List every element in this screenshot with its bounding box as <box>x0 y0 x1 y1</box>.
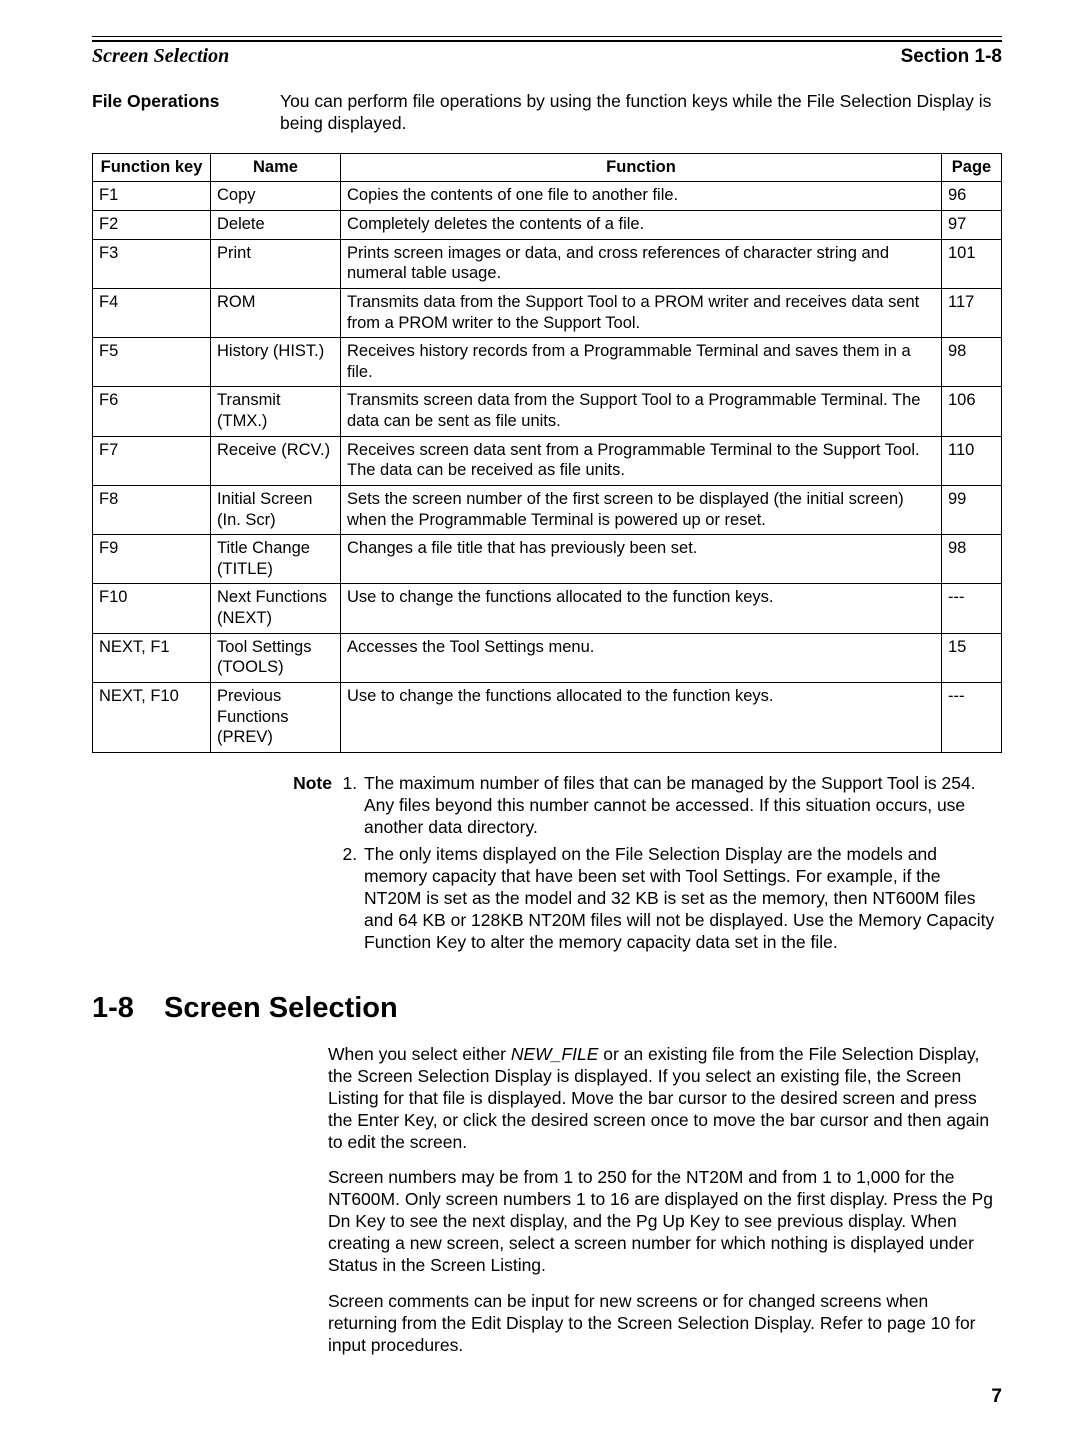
rule-top-thick <box>92 40 1002 42</box>
cell-name: Tool Settings (TOOLS) <box>211 633 341 682</box>
table-row: F4ROMTransmits data from the Support Too… <box>93 288 1002 337</box>
cell-func: Receives history records from a Programm… <box>341 338 942 387</box>
cell-func: Accesses the Tool Settings menu. <box>341 633 942 682</box>
running-head-right: Section 1-8 <box>901 45 1002 69</box>
cell-name: History (HIST.) <box>211 338 341 387</box>
section-p1-filename: NEW_FILE <box>511 1044 599 1064</box>
cell-func: Transmits data from the Support Tool to … <box>341 288 942 337</box>
note-item: The maximum number of files that can be … <box>362 773 1002 839</box>
cell-func: Use to change the functions allocated to… <box>341 682 942 752</box>
col-name: Name <box>211 153 341 182</box>
cell-name: Print <box>211 239 341 288</box>
section-number: 1-8 <box>92 990 164 1026</box>
cell-page: --- <box>942 584 1002 633</box>
section-p2: Screen numbers may be from 1 to 250 for … <box>328 1167 1002 1276</box>
cell-key: F8 <box>93 485 211 534</box>
running-head: Screen Selection Section 1-8 <box>92 44 1002 69</box>
page-number: 7 <box>991 1385 1002 1409</box>
cell-name: Previous Functions (PREV) <box>211 682 341 752</box>
cell-key: F4 <box>93 288 211 337</box>
running-head-left: Screen Selection <box>92 44 229 69</box>
table-row: F3PrintPrints screen images or data, and… <box>93 239 1002 288</box>
cell-func: Completely deletes the contents of a fil… <box>341 211 942 240</box>
section-heading: 1-8 Screen Selection <box>92 990 1002 1026</box>
cell-func: Sets the screen number of the first scre… <box>341 485 942 534</box>
cell-page: 98 <box>942 535 1002 584</box>
cell-name: ROM <box>211 288 341 337</box>
cell-page: 96 <box>942 182 1002 211</box>
cell-func: Use to change the functions allocated to… <box>341 584 942 633</box>
cell-name: Transmit (TMX.) <box>211 387 341 436</box>
table-row: F7Receive (RCV.)Receives screen data sen… <box>93 436 1002 485</box>
table-row: F10Next Functions (NEXT)Use to change th… <box>93 584 1002 633</box>
cell-page: 110 <box>942 436 1002 485</box>
cell-key: F2 <box>93 211 211 240</box>
cell-page: --- <box>942 682 1002 752</box>
cell-key: F10 <box>93 584 211 633</box>
cell-page: 98 <box>942 338 1002 387</box>
cell-name: Delete <box>211 211 341 240</box>
cell-page: 106 <box>942 387 1002 436</box>
table-row: NEXT, F10Previous Functions (PREV)Use to… <box>93 682 1002 752</box>
section-p1: When you select either NEW_FILE or an ex… <box>328 1044 1002 1153</box>
cell-name: Initial Screen (In. Scr) <box>211 485 341 534</box>
cell-page: 15 <box>942 633 1002 682</box>
cell-name: Copy <box>211 182 341 211</box>
cell-key: F3 <box>93 239 211 288</box>
function-key-table: Function key Name Function Page F1CopyCo… <box>92 153 1002 753</box>
col-func: Function <box>341 153 942 182</box>
page: Screen Selection Section 1-8 File Operat… <box>0 0 1080 1435</box>
note-list: The maximum number of files that can be … <box>336 773 1002 960</box>
note-block: Note The maximum number of files that ca… <box>280 773 1002 960</box>
section-body: When you select either NEW_FILE or an ex… <box>328 1044 1002 1356</box>
section-title: Screen Selection <box>164 990 398 1026</box>
col-key: Function key <box>93 153 211 182</box>
rule-top-thin <box>92 36 1002 37</box>
file-operations-text: You can perform file operations by using… <box>280 91 1002 135</box>
table-row: F6Transmit (TMX.)Transmits screen data f… <box>93 387 1002 436</box>
table-row: F5History (HIST.)Receives history record… <box>93 338 1002 387</box>
cell-name: Next Functions (NEXT) <box>211 584 341 633</box>
file-operations-label: File Operations <box>92 91 262 113</box>
cell-name: Receive (RCV.) <box>211 436 341 485</box>
cell-func: Prints screen images or data, and cross … <box>341 239 942 288</box>
cell-page: 99 <box>942 485 1002 534</box>
cell-key: F7 <box>93 436 211 485</box>
table-row: F1CopyCopies the contents of one file to… <box>93 182 1002 211</box>
cell-key: NEXT, F10 <box>93 682 211 752</box>
cell-func: Changes a file title that has previously… <box>341 535 942 584</box>
cell-key: F1 <box>93 182 211 211</box>
cell-page: 117 <box>942 288 1002 337</box>
table-header-row: Function key Name Function Page <box>93 153 1002 182</box>
table-row: NEXT, F1Tool Settings (TOOLS)Accesses th… <box>93 633 1002 682</box>
note-item: The only items displayed on the File Sel… <box>362 844 1002 953</box>
cell-key: NEXT, F1 <box>93 633 211 682</box>
table-row: F2DeleteCompletely deletes the contents … <box>93 211 1002 240</box>
table-row: F8Initial Screen (In. Scr)Sets the scree… <box>93 485 1002 534</box>
cell-page: 101 <box>942 239 1002 288</box>
cell-func: Receives screen data sent from a Program… <box>341 436 942 485</box>
file-operations-row: File Operations You can perform file ope… <box>92 91 1002 135</box>
cell-func: Copies the contents of one file to anoth… <box>341 182 942 211</box>
note-label: Note <box>280 773 336 960</box>
cell-key: F6 <box>93 387 211 436</box>
cell-name: Title Change (TITLE) <box>211 535 341 584</box>
cell-key: F9 <box>93 535 211 584</box>
section-p3: Screen comments can be input for new scr… <box>328 1291 1002 1357</box>
cell-key: F5 <box>93 338 211 387</box>
cell-func: Transmits screen data from the Support T… <box>341 387 942 436</box>
table-row: F9Title Change (TITLE)Changes a file tit… <box>93 535 1002 584</box>
section-p1a: When you select either <box>328 1044 511 1064</box>
cell-page: 97 <box>942 211 1002 240</box>
col-page: Page <box>942 153 1002 182</box>
